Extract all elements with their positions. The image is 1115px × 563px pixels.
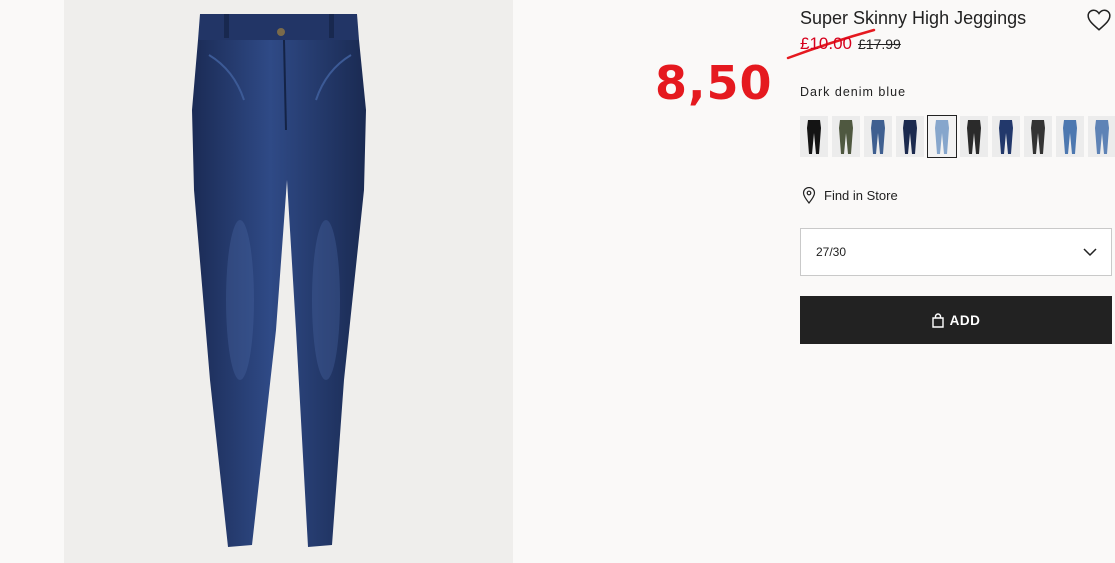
color-swatch[interactable] xyxy=(1024,116,1052,157)
jeans-thumbnail-icon xyxy=(999,119,1013,154)
wishlist-heart-icon[interactable] xyxy=(1086,7,1112,33)
shopping-bag-icon xyxy=(931,312,944,328)
color-swatch[interactable] xyxy=(927,115,957,158)
jeans-thumbnail-icon xyxy=(871,119,885,154)
color-name: Dark denim blue xyxy=(800,85,907,99)
chevron-down-icon xyxy=(1083,247,1097,256)
find-in-store-link[interactable]: Find in Store xyxy=(802,187,898,204)
color-swatches xyxy=(800,115,1115,158)
jeans-thumbnail-icon xyxy=(903,119,917,154)
product-image xyxy=(64,0,513,563)
size-select[interactable]: 27/30 xyxy=(800,228,1112,276)
product-page: 8,50 Super Skinny High Jeggings £10.00 £… xyxy=(0,0,1115,563)
sale-price: £10.00 xyxy=(800,34,852,53)
annotation-new-price: 8,50 xyxy=(655,56,773,110)
color-swatch[interactable] xyxy=(800,116,828,157)
find-in-store-label: Find in Store xyxy=(824,188,898,203)
jeans-thumbnail-icon xyxy=(1095,119,1109,154)
jeans-thumbnail-icon xyxy=(935,119,949,154)
color-swatch[interactable] xyxy=(992,116,1020,157)
color-swatch[interactable] xyxy=(832,116,860,157)
jeans-thumbnail-icon xyxy=(807,119,821,154)
size-select-value: 27/30 xyxy=(816,245,847,259)
color-swatch[interactable] xyxy=(1056,116,1084,157)
jeans-thumbnail-icon xyxy=(1031,119,1045,154)
location-pin-icon xyxy=(802,187,816,204)
price-row: £10.00 £17.99 xyxy=(800,34,901,54)
jeans-thumbnail-icon xyxy=(839,119,853,154)
add-button-label: ADD xyxy=(949,312,981,328)
jeans-illustration xyxy=(192,14,366,547)
jeans-thumbnail-icon xyxy=(967,119,981,154)
color-swatch[interactable] xyxy=(896,116,924,157)
original-price: £17.99 xyxy=(858,36,901,52)
color-swatch[interactable] xyxy=(960,116,988,157)
product-title: Super Skinny High Jeggings xyxy=(800,8,1027,28)
add-to-bag-button[interactable]: ADD xyxy=(800,296,1112,344)
color-swatch[interactable] xyxy=(1088,116,1115,157)
color-swatch[interactable] xyxy=(864,116,892,157)
jeans-thumbnail-icon xyxy=(1063,119,1077,154)
